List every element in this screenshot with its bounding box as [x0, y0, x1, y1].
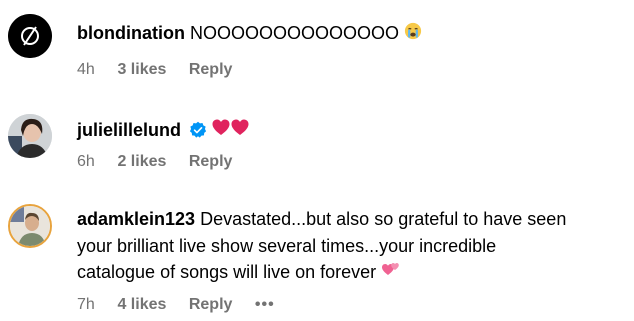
likes-count[interactable]: 4 likes [117, 296, 166, 314]
two-red-hearts-icon [212, 119, 250, 143]
comment-text: your brilliant live show several times..… [77, 236, 497, 256]
comment-item: julielillelund 6h 2 likes Reply [0, 90, 634, 185]
profile-photo-icon [10, 206, 50, 246]
username[interactable]: adamklein123 [77, 209, 195, 229]
comment-text: NOOOOOOOOOOOOOO [190, 23, 400, 43]
profile-photo-icon [8, 114, 52, 158]
avatar[interactable] [8, 204, 52, 248]
username[interactable]: julielillelund [77, 120, 181, 140]
comment-text-line: blondination NOOOOOOOOOOOOOO [77, 21, 422, 46]
likes-count[interactable]: 3 likes [117, 61, 166, 79]
crying-face-icon [404, 22, 422, 46]
two-pink-hearts-icon [381, 261, 401, 285]
comment-item: blondination NOOOOOOOOOOOOOO 4h 3 likes … [0, 0, 634, 90]
comment-text-line: your brilliant live show several times..… [77, 234, 496, 258]
comment-item: adamklein123 Devastated...but also so gr… [0, 185, 634, 321]
comment-time: 7h [77, 296, 95, 313]
comment-time: 6h [77, 153, 95, 170]
more-options-icon[interactable]: ••• [255, 296, 275, 314]
username[interactable]: blondination [77, 23, 185, 43]
comment-meta: 6h 2 likes Reply [77, 153, 250, 171]
comment-text-line: catalogue of songs will live on forever [77, 260, 401, 285]
reply-button[interactable]: Reply [189, 296, 233, 314]
comment-text-line: julielillelund [77, 118, 250, 145]
null-sign-logo-icon [8, 14, 52, 58]
comment-time: 4h [77, 61, 95, 78]
reply-button[interactable]: Reply [189, 153, 233, 171]
reply-button[interactable]: Reply [189, 61, 233, 79]
comment-text: catalogue of songs will live on forever [77, 262, 377, 282]
avatar[interactable] [8, 14, 52, 58]
avatar[interactable] [8, 114, 52, 158]
comment-meta: 7h 4 likes Reply ••• [77, 296, 275, 314]
comment-meta: 4h 3 likes Reply [77, 61, 250, 79]
comment-text-line: adamklein123 Devastated...but also so gr… [77, 207, 566, 231]
verified-badge-icon [189, 121, 207, 145]
comment-text: Devastated...but also so grateful to hav… [200, 209, 567, 229]
likes-count[interactable]: 2 likes [117, 153, 166, 171]
